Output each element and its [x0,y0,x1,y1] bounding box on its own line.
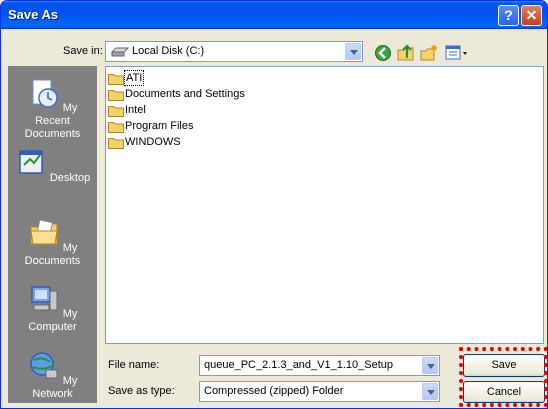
file-name: Documents and Settings [125,88,245,100]
folder-icon [108,122,124,133]
window-title: Save As [8,7,59,22]
recent-documents-icon [32,79,58,108]
file-name: WINDOWS [125,136,181,148]
place-label: Desktop [49,172,91,184]
file-name: ATI [123,70,145,86]
file-name: Intel [125,104,146,116]
folder-icon [108,90,124,101]
new-folder-icon[interactable] [420,44,438,62]
save-as-type-select[interactable]: Compressed (zipped) Folder [199,381,440,402]
folder-icon [108,106,124,117]
desktop-icon [19,150,43,174]
views-menu-icon[interactable] [445,44,469,62]
back-icon[interactable] [374,44,392,62]
cancel-button[interactable]: Cancel [463,381,545,403]
file-name-input[interactable]: queue_PC_2.1.3_and_V1_1.10_Setup [199,355,440,376]
chevron-down-icon[interactable] [422,357,438,374]
save-as-dialog: Save As ? ✕ Save in: Local Disk (C:) My … [0,0,548,409]
my-documents-icon [30,219,58,245]
chevron-down-icon[interactable] [422,383,438,400]
save-as-type-value: Compressed (zipped) Folder [204,385,344,397]
folder-icon [108,74,124,85]
file-name: Program Files [125,120,194,132]
place-my-network[interactable]: My Network [9,350,96,401]
chevron-down-icon[interactable] [345,43,361,60]
my-network-icon [29,352,58,379]
file-list[interactable]: ATI Documents and Settings Intel Program… [105,66,544,344]
help-button[interactable]: ? [498,5,519,26]
folder-icon [108,138,124,149]
title-bar[interactable]: Save As ? ✕ [1,1,547,29]
place-my-documents[interactable]: My Documents [9,217,96,268]
save-in-combo[interactable]: Local Disk (C:) [105,41,363,62]
close-button[interactable]: ✕ [521,5,542,26]
places-bar: My Recent Documents Desktop My Documents [8,66,97,403]
place-my-computer[interactable]: My Computer [9,283,96,334]
drive-icon [111,47,129,57]
save-in-value: Local Disk (C:) [132,45,205,57]
file-name-label: File name: [108,359,160,371]
save-in-label: Save in: [63,45,103,57]
up-folder-icon[interactable] [397,44,415,62]
place-desktop[interactable]: Desktop [9,147,96,185]
save-as-type-label: Save as type: [108,385,175,397]
save-button[interactable]: Save [463,354,545,377]
file-name-value: queue_PC_2.1.3_and_V1_1.10_Setup [204,359,394,371]
my-computer-icon [30,286,58,311]
place-my-recent-documents[interactable]: My Recent Documents [9,77,96,141]
